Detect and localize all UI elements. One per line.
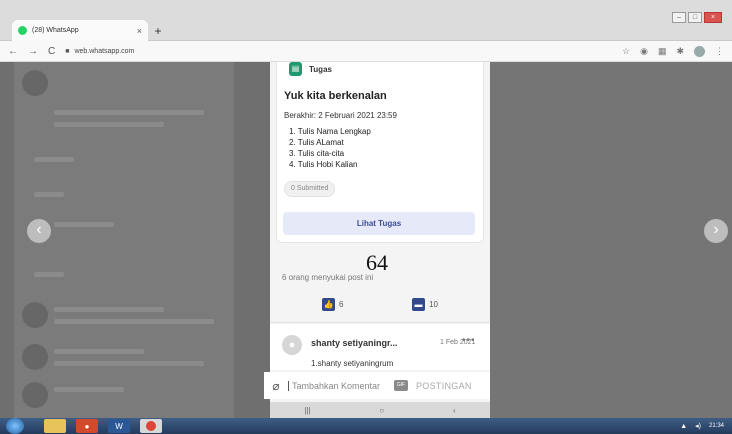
- comment-text: 1.shanty setiyaningrum: [311, 359, 394, 368]
- extensions-menu-icon[interactable]: ▦: [658, 46, 667, 57]
- post-comment-button[interactable]: POSTINGAN: [416, 381, 472, 391]
- comment-button[interactable]: ▬ 10: [412, 298, 438, 311]
- previous-story-button[interactable]: ‹: [27, 219, 51, 243]
- chat-placeholder: [54, 387, 124, 392]
- window-controls: – □ ×: [672, 12, 722, 23]
- avatar: [22, 70, 48, 96]
- forward-icon[interactable]: →: [28, 46, 38, 57]
- windows-taskbar: ● W ▲ ◂) 21:34: [0, 418, 732, 434]
- gif-button[interactable]: GIF: [394, 380, 408, 391]
- like-button[interactable]: 👍 6: [322, 298, 343, 311]
- chat-placeholder: [54, 222, 114, 227]
- whatsapp-icon: [18, 26, 27, 35]
- browser-tab-strip: (28) WhatsApp × + – □ ×: [0, 0, 732, 41]
- assignment-icon: ▤: [289, 62, 302, 76]
- task-list: 1. Tulis Nama Lengkap 2. Tulis ALamat 3.…: [289, 126, 371, 170]
- chat-placeholder: [54, 361, 204, 366]
- system-tray: ▲ ◂) 21:34: [680, 418, 724, 434]
- chrome-icon[interactable]: [140, 419, 162, 433]
- comment-icon: ▬: [412, 298, 425, 311]
- clock: 21:34: [708, 422, 724, 429]
- like-count: 6: [339, 300, 344, 309]
- minimize-button[interactable]: –: [672, 12, 686, 23]
- network-icon[interactable]: ▲: [680, 423, 687, 430]
- chat-placeholder: [54, 349, 144, 354]
- list-item: 4. Tulis Hobi Kalian: [289, 160, 358, 169]
- assignment-card: ▤ Tugas Yuk kita berkenalan Berakhir: 2 …: [276, 62, 484, 243]
- attach-icon[interactable]: ⌀: [264, 379, 288, 393]
- comment-author: shanty setiyaningr...: [311, 338, 398, 348]
- address-bar[interactable]: web.whatsapp.com: [74, 48, 134, 55]
- submitted-badge: 0 Submitted: [284, 181, 336, 197]
- lock-icon: ■: [65, 47, 70, 55]
- recent-apps-icon[interactable]: |||: [304, 406, 310, 415]
- close-tab-icon[interactable]: ×: [137, 26, 142, 36]
- chat-placeholder: [34, 192, 64, 197]
- extension-icon[interactable]: ◉: [640, 46, 648, 57]
- chat-placeholder: [54, 307, 164, 312]
- next-story-button[interactable]: ›: [704, 219, 728, 243]
- comment-count: 10: [429, 300, 438, 309]
- chat-placeholder: [34, 157, 74, 162]
- chat-placeholder: [54, 122, 164, 127]
- post-title: Yuk kita berkenalan: [284, 90, 387, 102]
- post-actions: 👍 6 ▬ 10: [270, 295, 490, 319]
- divider: [270, 322, 490, 323]
- post-type-label: Tugas: [309, 65, 332, 74]
- puzzle-icon[interactable]: ✱: [676, 46, 684, 57]
- view-assignment-button[interactable]: Lihat Tugas: [283, 212, 475, 235]
- chat-detail-pane: [490, 62, 732, 418]
- tab-title: (28) WhatsApp: [32, 27, 79, 34]
- story-viewer: ▤ Tugas Yuk kita berkenalan Berakhir: 2 …: [270, 62, 490, 418]
- thumbs-up-icon: 👍: [322, 298, 335, 311]
- comment-composer: ⌀ Tambahkan Komentar GIF POSTINGAN: [264, 372, 490, 399]
- comment-item: ● shanty setiyaningr... 1 Feb 2021 ••• 1…: [270, 324, 490, 370]
- volume-icon[interactable]: ◂): [695, 422, 701, 430]
- start-button[interactable]: [6, 418, 24, 434]
- home-icon[interactable]: ○: [379, 406, 384, 415]
- browser-tab-whatsapp[interactable]: (28) WhatsApp ×: [12, 20, 148, 41]
- chat-list-pane: [14, 62, 234, 418]
- new-tab-button[interactable]: +: [151, 24, 165, 38]
- comment-input[interactable]: Tambahkan Komentar: [288, 380, 394, 391]
- folder-icon[interactable]: [44, 419, 66, 433]
- browser-menu-icon[interactable]: ⋮: [715, 46, 724, 57]
- reload-icon[interactable]: C: [48, 46, 55, 57]
- back-nav-icon[interactable]: ‹: [453, 406, 456, 415]
- media-player-icon[interactable]: ●: [76, 419, 98, 433]
- avatar: [22, 344, 48, 370]
- list-item: 3. Tulis cita-cita: [289, 149, 345, 158]
- chat-placeholder: [54, 110, 204, 115]
- chat-placeholder: [34, 272, 64, 277]
- maximize-button[interactable]: □: [688, 12, 702, 23]
- more-options-icon[interactable]: •••: [462, 335, 476, 346]
- list-item: 1. Tulis Nama Lengkap: [289, 127, 371, 136]
- profile-avatar[interactable]: [694, 45, 705, 57]
- avatar: [22, 302, 48, 328]
- likes-summary: 6 orang menyukai post ini: [282, 273, 374, 282]
- list-item: 2. Tulis ALamat: [289, 138, 344, 147]
- avatar: [22, 382, 48, 408]
- close-window-button[interactable]: ×: [704, 12, 722, 23]
- chat-placeholder: [54, 319, 214, 324]
- deadline-text: Berakhir: 2 Februari 2021 23:59: [284, 111, 397, 120]
- browser-toolbar: ← → C ■ web.whatsapp.com ☆ ◉ ▦ ✱ ⋮: [0, 41, 732, 62]
- bookmark-star-icon[interactable]: ☆: [622, 46, 630, 57]
- comment-avatar: ●: [282, 335, 302, 355]
- back-icon[interactable]: ←: [8, 46, 18, 57]
- android-nav-bar: ||| ○ ‹: [270, 402, 490, 418]
- word-icon[interactable]: W: [108, 419, 130, 433]
